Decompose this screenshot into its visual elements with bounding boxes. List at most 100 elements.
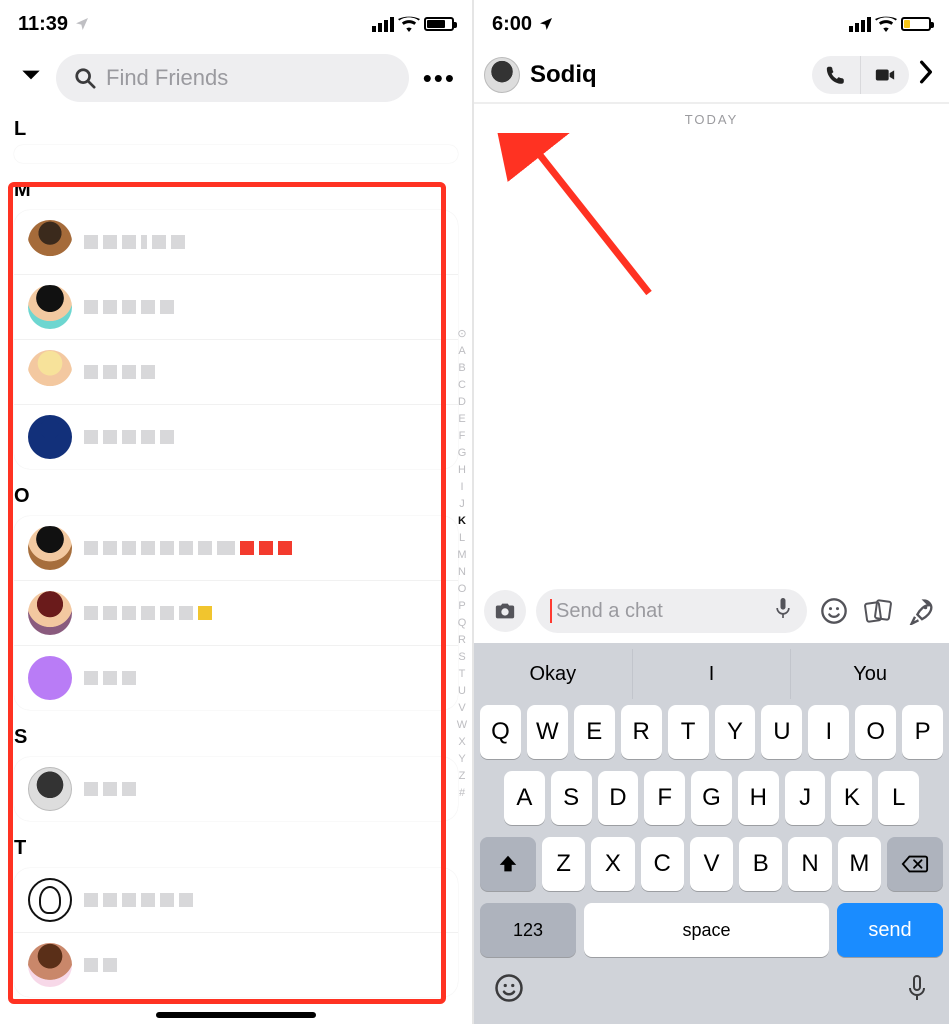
- key-c[interactable]: C: [641, 837, 684, 891]
- key-r[interactable]: R: [621, 705, 662, 759]
- key-h[interactable]: H: [738, 771, 779, 825]
- prediction-word[interactable]: Okay: [474, 649, 633, 699]
- key-i[interactable]: I: [808, 705, 849, 759]
- home-indicator[interactable]: [156, 1012, 316, 1018]
- key-z[interactable]: Z: [542, 837, 585, 891]
- alpha-index-letter[interactable]: W: [454, 717, 470, 734]
- key-v[interactable]: V: [690, 837, 733, 891]
- alpha-index-letter[interactable]: K: [454, 513, 470, 530]
- contact-name[interactable]: Sodiq: [530, 61, 597, 89]
- key-e[interactable]: E: [574, 705, 615, 759]
- alpha-index-letter[interactable]: R: [454, 632, 470, 649]
- collapse-chevron[interactable]: [12, 58, 46, 99]
- alpha-index-letter[interactable]: C: [454, 377, 470, 394]
- key-k[interactable]: K: [831, 771, 872, 825]
- contact-row[interactable]: [14, 405, 458, 469]
- chat-text-input[interactable]: Send a chat: [536, 589, 807, 633]
- emoji-button[interactable]: [817, 594, 851, 628]
- key-x[interactable]: X: [591, 837, 634, 891]
- voice-input-button[interactable]: [773, 596, 793, 626]
- rocket-button[interactable]: [905, 594, 939, 628]
- alpha-index-letter[interactable]: ⊙: [454, 326, 470, 343]
- key-f[interactable]: F: [644, 771, 685, 825]
- avatar-icon: [28, 943, 72, 987]
- alpha-index-letter[interactable]: L: [454, 530, 470, 547]
- cell-signal-icon: [372, 17, 394, 32]
- key-row-bottom: 123 space send: [474, 897, 949, 963]
- space-key[interactable]: space: [584, 903, 829, 957]
- contact-avatar[interactable]: [484, 57, 520, 93]
- alpha-index-letter[interactable]: U: [454, 683, 470, 700]
- emoji-keyboard-button[interactable]: [494, 973, 524, 1010]
- location-icon: [538, 16, 554, 32]
- key-n[interactable]: N: [788, 837, 831, 891]
- more-menu-button[interactable]: •••: [419, 59, 460, 98]
- alpha-index-letter[interactable]: X: [454, 734, 470, 751]
- chat-messages-area[interactable]: [474, 133, 949, 581]
- alpha-index-letter[interactable]: V: [454, 700, 470, 717]
- key-u[interactable]: U: [761, 705, 802, 759]
- alpha-index-letter[interactable]: F: [454, 428, 470, 445]
- key-l[interactable]: L: [878, 771, 919, 825]
- contact-row[interactable]: [14, 340, 458, 405]
- contact-row[interactable]: [14, 933, 458, 997]
- key-g[interactable]: G: [691, 771, 732, 825]
- audio-call-button[interactable]: [812, 56, 860, 94]
- camera-button[interactable]: [484, 590, 526, 632]
- video-call-button[interactable]: [861, 56, 909, 94]
- key-j[interactable]: J: [785, 771, 826, 825]
- video-icon: [873, 64, 897, 86]
- key-m[interactable]: M: [838, 837, 881, 891]
- alphabet-index[interactable]: ⊙ABCDEFGHIJKLMNOPQRSTUVWXYZ#: [454, 326, 470, 802]
- contact-row[interactable]: [14, 757, 458, 821]
- alpha-index-letter[interactable]: B: [454, 360, 470, 377]
- alpha-index-letter[interactable]: T: [454, 666, 470, 683]
- section-card-t: [14, 868, 458, 997]
- alpha-index-letter[interactable]: H: [454, 462, 470, 479]
- contact-name-redacted: [84, 606, 212, 620]
- contact-row[interactable]: [14, 868, 458, 933]
- alpha-index-letter[interactable]: S: [454, 649, 470, 666]
- key-d[interactable]: D: [598, 771, 639, 825]
- send-key[interactable]: send: [837, 903, 943, 957]
- key-o[interactable]: O: [855, 705, 896, 759]
- key-b[interactable]: B: [739, 837, 782, 891]
- contact-row[interactable]: [14, 516, 458, 581]
- backspace-key[interactable]: [887, 837, 943, 891]
- alpha-index-letter[interactable]: I: [454, 479, 470, 496]
- key-y[interactable]: Y: [715, 705, 756, 759]
- contact-row[interactable]: [14, 275, 458, 340]
- contact-row[interactable]: [14, 210, 458, 275]
- alpha-index-letter[interactable]: N: [454, 564, 470, 581]
- chat-details-button[interactable]: [909, 59, 939, 91]
- alpha-index-letter[interactable]: E: [454, 411, 470, 428]
- key-a[interactable]: A: [504, 771, 545, 825]
- alpha-index-letter[interactable]: A: [454, 343, 470, 360]
- alpha-index-letter[interactable]: M: [454, 547, 470, 564]
- key-t[interactable]: T: [668, 705, 709, 759]
- alpha-index-letter[interactable]: G: [454, 445, 470, 462]
- numbers-key[interactable]: 123: [480, 903, 576, 957]
- avatar-icon: [28, 656, 72, 700]
- key-row-1: QWERTYUIOP: [474, 699, 949, 765]
- prediction-word[interactable]: I: [633, 649, 792, 699]
- alpha-index-letter[interactable]: Y: [454, 751, 470, 768]
- memories-button[interactable]: [861, 594, 895, 628]
- alpha-index-letter[interactable]: #: [454, 785, 470, 802]
- contact-row[interactable]: [14, 581, 458, 646]
- key-s[interactable]: S: [551, 771, 592, 825]
- key-p[interactable]: P: [902, 705, 943, 759]
- dictation-button[interactable]: [905, 973, 929, 1010]
- alpha-index-letter[interactable]: J: [454, 496, 470, 513]
- key-q[interactable]: Q: [480, 705, 521, 759]
- shift-key[interactable]: [480, 837, 536, 891]
- alpha-index-letter[interactable]: O: [454, 581, 470, 598]
- alpha-index-letter[interactable]: Q: [454, 615, 470, 632]
- alpha-index-letter[interactable]: Z: [454, 768, 470, 785]
- contact-row[interactable]: [14, 646, 458, 710]
- search-input[interactable]: Find Friends: [56, 54, 409, 102]
- key-w[interactable]: W: [527, 705, 568, 759]
- prediction-word[interactable]: You: [791, 649, 949, 699]
- alpha-index-letter[interactable]: P: [454, 598, 470, 615]
- alpha-index-letter[interactable]: D: [454, 394, 470, 411]
